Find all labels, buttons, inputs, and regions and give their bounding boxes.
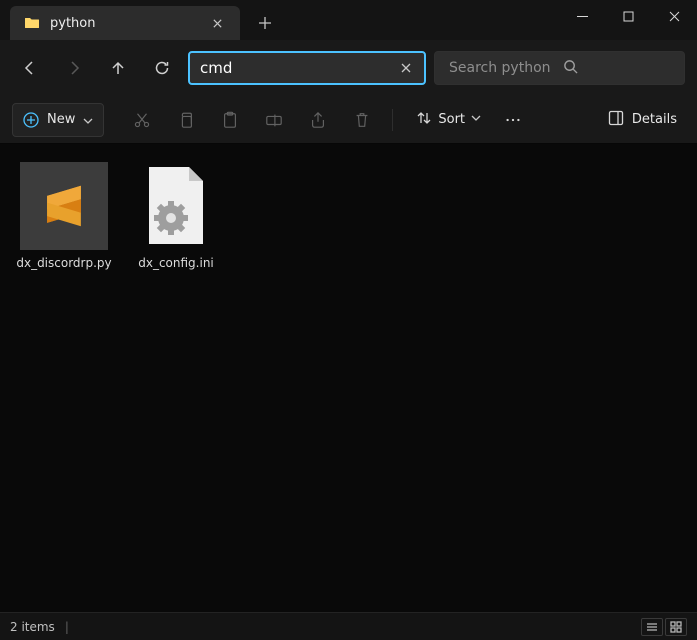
chevron-down-icon: [83, 115, 93, 125]
share-button[interactable]: [298, 103, 338, 137]
file-name: dx_config.ini: [138, 256, 214, 270]
clear-address-button[interactable]: [394, 56, 418, 80]
paste-button[interactable]: [210, 103, 250, 137]
status-count: 2 items: [10, 620, 55, 634]
address-bar[interactable]: [188, 51, 426, 85]
up-button[interactable]: [100, 50, 136, 86]
copy-button[interactable]: [166, 103, 206, 137]
address-input[interactable]: [200, 59, 394, 77]
file-name: dx_discordrp.py: [16, 256, 111, 270]
more-button[interactable]: [493, 103, 533, 137]
folder-icon: [24, 15, 40, 31]
details-label: Details: [632, 112, 677, 127]
search-box[interactable]: Search python: [434, 51, 685, 85]
rename-button[interactable]: [254, 103, 294, 137]
view-buttons: [641, 618, 687, 636]
sort-label: Sort: [438, 112, 465, 127]
file-list[interactable]: dx_discordrp.py: [0, 144, 697, 612]
window-controls: [559, 0, 697, 40]
file-item[interactable]: dx_config.ini: [124, 156, 228, 276]
sort-button[interactable]: Sort: [408, 103, 489, 137]
grid-view-button[interactable]: [665, 618, 687, 636]
refresh-button[interactable]: [144, 50, 180, 86]
tab-python[interactable]: python: [10, 6, 240, 40]
plus-circle-icon: [23, 112, 39, 128]
search-placeholder: Search python: [449, 60, 563, 76]
command-bar: New Sort Details: [0, 96, 697, 144]
sort-icon: [416, 110, 432, 130]
minimize-button[interactable]: [559, 0, 605, 32]
maximize-button[interactable]: [605, 0, 651, 32]
details-icon: [608, 110, 624, 130]
chevron-down-icon: [471, 112, 481, 127]
back-button[interactable]: [12, 50, 48, 86]
close-window-button[interactable]: [651, 0, 697, 32]
new-button[interactable]: New: [12, 103, 104, 137]
titlebar: python: [0, 0, 697, 40]
details-button[interactable]: Details: [600, 103, 685, 137]
file-item[interactable]: dx_discordrp.py: [12, 156, 116, 276]
cut-button[interactable]: [122, 103, 162, 137]
new-label: New: [47, 112, 75, 127]
file-thumb-ini: [132, 162, 220, 250]
close-tab-button[interactable]: [204, 10, 230, 36]
delete-button[interactable]: [342, 103, 382, 137]
forward-button[interactable]: [56, 50, 92, 86]
status-bar: 2 items |: [0, 612, 697, 640]
navbar: Search python: [0, 40, 697, 96]
search-icon: [563, 59, 677, 78]
tab-title: python: [50, 16, 194, 31]
status-divider: |: [65, 620, 69, 634]
list-view-button[interactable]: [641, 618, 663, 636]
new-tab-button[interactable]: [248, 6, 282, 40]
file-thumb-sublime: [20, 162, 108, 250]
